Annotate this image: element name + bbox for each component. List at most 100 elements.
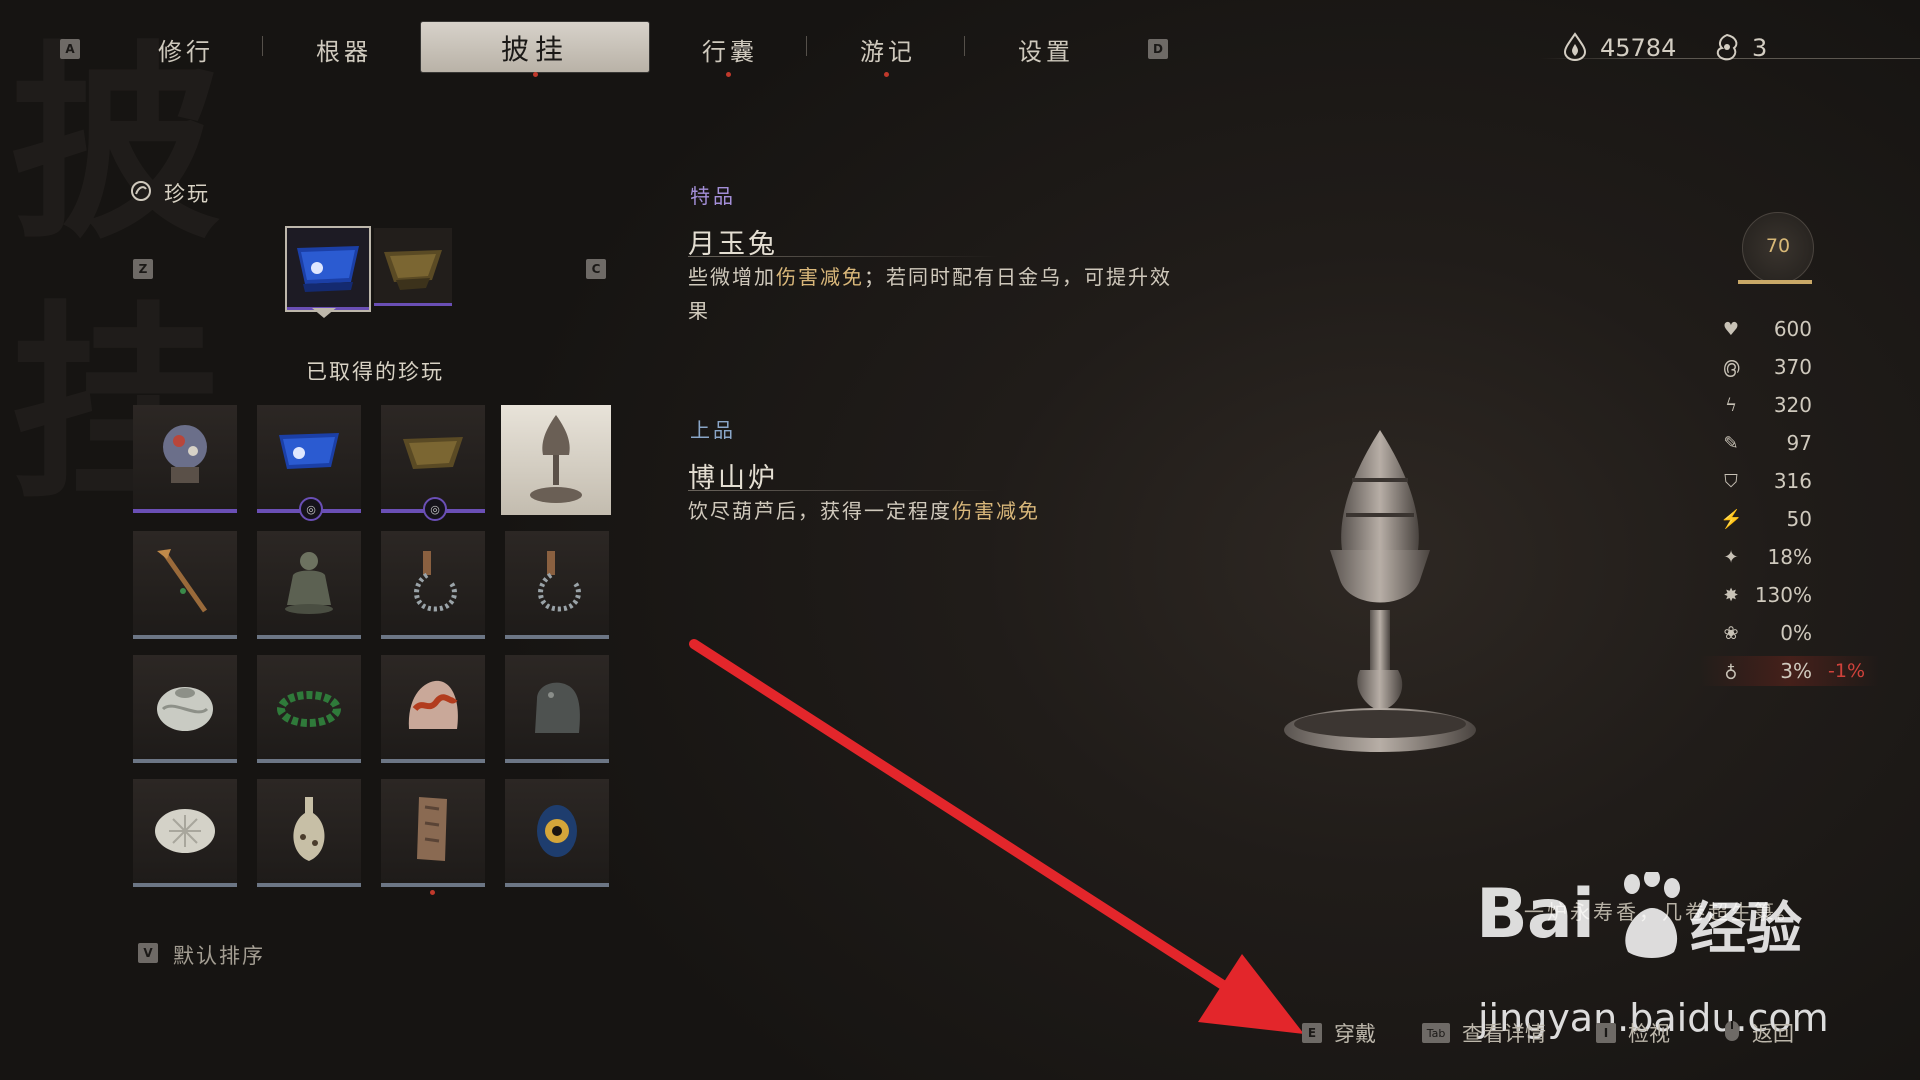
eye-bead-icon (537, 805, 577, 857)
stat-damage-reduction: ♁ 3% -1% (1720, 656, 1870, 686)
stat-mana: ൫ 370 (1720, 352, 1870, 382)
back-scratcher-icon (157, 549, 208, 613)
stat-stamina: ϟ 320 (1720, 390, 1870, 420)
lotus-icon: ❀ (1723, 622, 1739, 644)
highlight-keyword: 伤害减免 (952, 499, 1040, 523)
tab-talents[interactable]: 根器 (316, 32, 372, 67)
crit-damage-icon: ✸ (1723, 584, 1739, 606)
curio-slot-back-scratcher[interactable] (133, 531, 237, 639)
curio-category-icon (130, 180, 152, 206)
key-tab-badge: Tab (1422, 1023, 1450, 1043)
curio-category-label: 珍玩 (164, 182, 210, 206)
equip-action[interactable]: E 穿戴 (1302, 1018, 1376, 1048)
sort-order-label[interactable]: 默认排序 (173, 940, 265, 970)
item-name-underline (688, 256, 998, 257)
key-e-badge: E (1302, 1023, 1322, 1043)
selection-pointer (312, 308, 336, 318)
focus-icon: ⚡ (1720, 508, 1743, 530)
equipped-badge-icon: ◎ (299, 497, 323, 521)
curio-slot-eye-bead[interactable] (505, 779, 609, 887)
equipped-slot-golden-crow[interactable] (374, 228, 452, 306)
stat-defense: ⛉ 316 (1720, 466, 1870, 496)
nav-divider (262, 36, 263, 56)
prev-equip-slot-key[interactable]: Z (133, 258, 153, 279)
tab-journal[interactable]: 游记 (860, 32, 916, 67)
crit-rate-icon: ✦ (1723, 546, 1739, 568)
level-progress-bar (1738, 280, 1812, 284)
inspect-action-label: 检视 (1628, 1022, 1670, 1046)
nav-divider (964, 36, 965, 56)
rarity-bar (374, 303, 452, 306)
nav-divider (806, 36, 807, 56)
item-tier-label: 特品 (690, 184, 736, 208)
bead-string-icon (414, 551, 457, 612)
curio-slot-porcelain-dish[interactable] (133, 779, 237, 887)
cloisonne-orb-icon (163, 425, 207, 483)
gourd-icon: ♁ (1724, 660, 1738, 682)
nav-next-key-hint[interactable]: D (1148, 38, 1168, 59)
item-tier-label: 上品 (690, 418, 736, 442)
notification-dot (726, 72, 731, 77)
back-action-label: 返回 (1752, 1022, 1794, 1046)
notification-dot (884, 72, 889, 77)
tab-equipment-label: 披挂 (500, 33, 569, 66)
inspect-action[interactable]: I 检视 (1596, 1018, 1670, 1048)
stat-crit-rate: ✦ 18% (1720, 542, 1870, 572)
tab-inventory[interactable]: 行囊 (702, 32, 758, 67)
item-description: 饮尽葫芦后，获得一定程度伤害减免 (688, 499, 1040, 523)
jade-rabbit-icon (279, 433, 339, 469)
key-d-badge: D (1148, 39, 1168, 59)
bead-string-icon (538, 551, 581, 612)
level-badge: 70 (1742, 212, 1814, 284)
mana-icon: ൫ (1722, 356, 1740, 378)
tab-equipment[interactable]: 披挂 (421, 22, 649, 72)
item-description: 些微增加伤害减免；若同时配有日金乌，可提升效果 (688, 265, 1172, 323)
key-a-badge: A (60, 39, 80, 59)
red-annotation-arrow (689, 639, 1304, 1034)
equipped-slot-jade-rabbit[interactable] (285, 226, 371, 312)
curio-slot-jade-rabbit[interactable]: ◎ (257, 405, 361, 521)
curio-slot-vase[interactable] (257, 779, 361, 887)
curio-slot-boshan-censer-selected[interactable] (501, 405, 611, 515)
view-details-action[interactable]: Tab 查看详情 (1422, 1018, 1546, 1048)
will-currency-icon (1562, 32, 1588, 66)
tab-cultivation[interactable]: 修行 (158, 32, 214, 67)
curio-slot-carved-plaque[interactable] (381, 779, 485, 887)
curio-slot-cloisonne-orb[interactable] (133, 405, 237, 513)
highlight-keyword: 伤害减免 (776, 265, 864, 289)
baidu-brand-text: Bai (1476, 875, 1595, 954)
stamina-icon: ϟ (1725, 394, 1737, 416)
notification-dot (430, 890, 435, 895)
porcelain-dish-icon (155, 809, 215, 853)
curio-slot-golden-crow[interactable]: ◎ (381, 405, 485, 521)
jade-rabbit-icon (297, 246, 359, 292)
spirit-currency-icon (1712, 32, 1742, 66)
item-name-underline (688, 490, 998, 491)
vase-icon (293, 797, 325, 861)
view-details-label: 查看详情 (1462, 1022, 1546, 1046)
stat-crit-damage: ✸ 130% (1720, 580, 1870, 610)
bronze-beast-icon (535, 682, 580, 733)
back-action[interactable]: 返回 (1724, 1018, 1794, 1048)
curio-slot-bodhisattva-statue[interactable] (257, 531, 361, 639)
curio-slot-prayer-beads-a[interactable] (381, 531, 485, 639)
next-equip-slot-key[interactable]: C (586, 258, 606, 279)
curio-slot-coral-carving[interactable] (381, 655, 485, 763)
tab-settings[interactable]: 设置 (1018, 32, 1074, 67)
stat-health: ♥ 600 (1720, 314, 1870, 344)
curio-slot-prayer-beads-b[interactable] (505, 531, 609, 639)
key-z-badge: Z (133, 259, 153, 279)
sort-key-hint[interactable]: V (138, 942, 158, 963)
level-value: 70 (1765, 235, 1791, 257)
nav-prev-key-hint[interactable]: A (60, 38, 80, 59)
will-currency-value: 45784 (1600, 34, 1677, 62)
carved-plaque-icon (417, 797, 447, 861)
curio-slot-green-bracelet[interactable] (257, 655, 361, 763)
heart-icon: ♥ (1722, 318, 1740, 340)
equipped-badge-icon: ◎ (423, 497, 447, 521)
golden-crow-icon (403, 437, 463, 469)
curio-slot-bronze-beast[interactable] (505, 655, 609, 763)
background-calligraphy-char: 披 (10, 21, 221, 268)
curio-slot-white-jar[interactable] (133, 655, 237, 763)
defense-icon: ⛉ (1724, 470, 1738, 492)
